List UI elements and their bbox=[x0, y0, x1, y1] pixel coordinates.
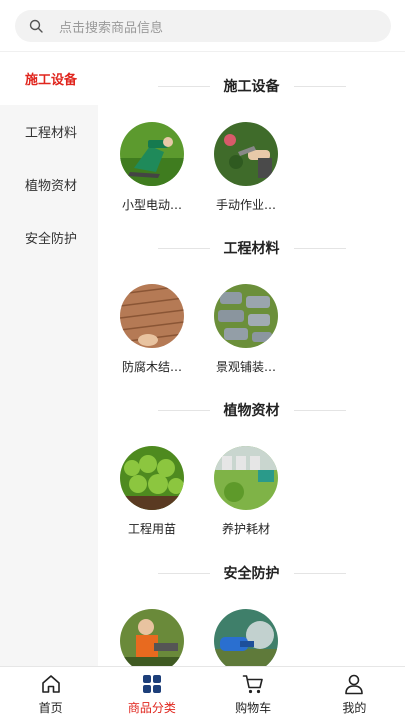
sidebar-item-construction-equipment[interactable]: 施工设备 bbox=[0, 52, 98, 105]
tab-label: 首页 bbox=[38, 701, 63, 715]
sidebar-item-safety-protection[interactable]: 安全防护 bbox=[0, 211, 98, 264]
tab-cart[interactable]: 购物车 bbox=[203, 667, 304, 720]
tab-category[interactable]: 商品分类 bbox=[101, 667, 202, 720]
search-input[interactable]: 点击搜索商品信息 bbox=[15, 10, 391, 42]
product-item[interactable] bbox=[112, 609, 192, 666]
product-list: 施工设备 小型电动… 手动作业… 工程材料 防腐木结… 景观铺装… 植物资材 工… bbox=[98, 52, 405, 666]
home-icon bbox=[41, 675, 60, 693]
product-image bbox=[214, 446, 278, 510]
bottom-tab-bar: 首页 商品分类 购物车 我的 bbox=[0, 666, 405, 720]
sidebar-item-label: 安全防护 bbox=[25, 232, 78, 247]
product-name: 景观铺装… bbox=[215, 360, 276, 374]
product-name: 养护耗材 bbox=[221, 522, 270, 536]
product-image bbox=[120, 122, 184, 186]
product-name: 工程用苗 bbox=[127, 522, 176, 536]
section-title: 植物资材 bbox=[98, 399, 405, 421]
product-image bbox=[120, 284, 184, 348]
sidebar-item-plant-supplies[interactable]: 植物资材 bbox=[0, 158, 98, 211]
product-name: 手动作业… bbox=[215, 198, 276, 212]
product-name: 防腐木结… bbox=[121, 360, 182, 374]
product-item[interactable]: 小型电动… bbox=[112, 122, 192, 213]
product-name: 小型电动… bbox=[121, 198, 182, 212]
category-icon bbox=[142, 675, 161, 693]
product-item[interactable]: 防腐木结… bbox=[112, 284, 192, 375]
cart-icon bbox=[242, 675, 263, 694]
product-item[interactable] bbox=[206, 609, 286, 666]
category-sidebar: 施工设备 工程材料 植物资材 安全防护 bbox=[0, 52, 98, 666]
product-item[interactable]: 手动作业… bbox=[206, 122, 286, 213]
product-image bbox=[120, 609, 184, 666]
section-title: 安全防护 bbox=[98, 562, 405, 584]
product-image bbox=[214, 122, 278, 186]
product-item[interactable]: 景观铺装… bbox=[206, 284, 286, 375]
product-image bbox=[214, 284, 278, 348]
search-icon bbox=[29, 19, 43, 33]
product-item[interactable]: 养护耗材 bbox=[206, 446, 286, 537]
product-image bbox=[120, 446, 184, 510]
tab-label: 我的 bbox=[342, 701, 367, 715]
search-header: 点击搜索商品信息 bbox=[0, 0, 405, 52]
search-placeholder: 点击搜索商品信息 bbox=[59, 20, 164, 36]
product-image bbox=[214, 609, 278, 666]
sidebar-item-label: 工程材料 bbox=[25, 126, 78, 141]
tab-label: 商品分类 bbox=[127, 701, 176, 715]
sidebar-item-label: 植物资材 bbox=[25, 179, 78, 194]
tab-home[interactable]: 首页 bbox=[0, 667, 101, 720]
section-title: 工程材料 bbox=[98, 237, 405, 259]
section-title: 施工设备 bbox=[98, 75, 405, 97]
user-icon bbox=[345, 674, 364, 695]
sidebar-item-label: 施工设备 bbox=[25, 73, 78, 88]
tab-profile[interactable]: 我的 bbox=[304, 667, 405, 720]
sidebar-item-engineering-materials[interactable]: 工程材料 bbox=[0, 105, 98, 158]
tab-label: 购物车 bbox=[235, 701, 272, 715]
product-item[interactable]: 工程用苗 bbox=[112, 446, 192, 537]
